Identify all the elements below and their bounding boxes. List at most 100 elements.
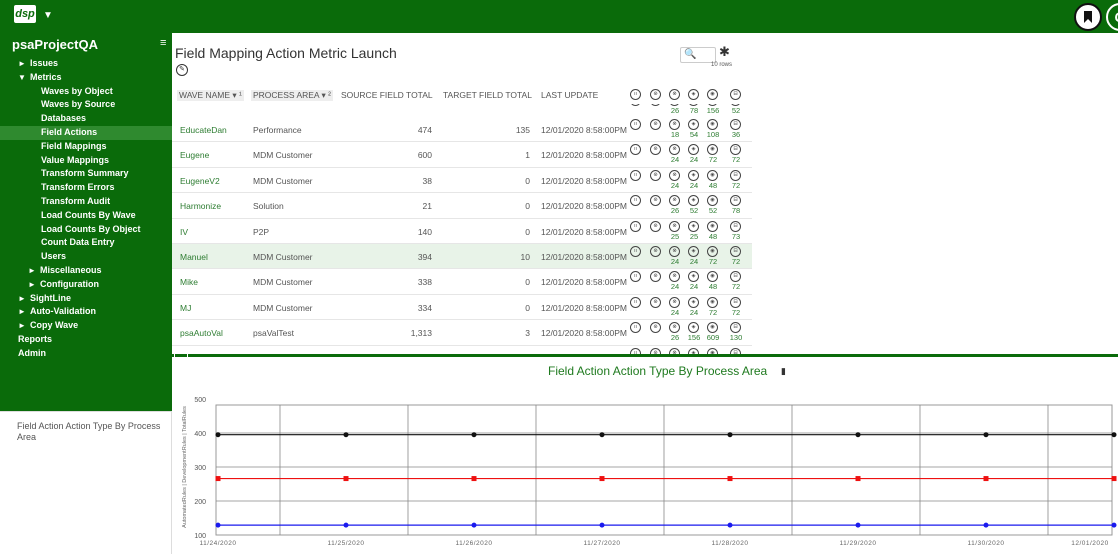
wave-name-cell[interactable]: Harmonize xyxy=(180,201,221,211)
wave-name-cell[interactable]: IV xyxy=(180,227,188,237)
cube-icon[interactable]: ◈ xyxy=(688,195,699,207)
metric-count[interactable]: 78 xyxy=(684,106,704,115)
bar-chart-icon[interactable]: ıı xyxy=(630,246,641,257)
search-input[interactable]: 🔍 xyxy=(680,47,716,63)
metric-count[interactable]: 18 xyxy=(665,130,685,139)
metric-count[interactable]: 24 xyxy=(665,155,685,164)
column-wave-name[interactable]: WAVE NAME ▾ ¹ xyxy=(177,90,244,101)
database-icon[interactable]: ⊟ xyxy=(730,220,741,232)
sidebar-item-transform-errors[interactable]: Transform Errors xyxy=(0,181,172,195)
target-icon[interactable]: ◉ xyxy=(707,246,718,257)
metric-count[interactable]: 609 xyxy=(703,333,723,342)
metric-count[interactable]: 24 xyxy=(665,308,685,317)
wave-name-cell[interactable]: Manuel xyxy=(180,252,208,262)
globe-icon[interactable]: ⊛ xyxy=(650,104,661,106)
sidebar-item-admin[interactable]: Admin xyxy=(0,347,172,361)
globe-icon[interactable]: ⊛ xyxy=(650,144,661,156)
sidebar-item-count-data-entry[interactable]: Count Data Entry xyxy=(0,236,172,250)
target-icon[interactable]: ◉ xyxy=(707,220,718,232)
metric-count[interactable]: 26 xyxy=(665,333,685,342)
gear-cluster-icon[interactable]: ⊗ xyxy=(669,220,680,232)
table-row[interactable]: EducateDan Performance 474 135 12/01/2020 8:… xyxy=(172,117,752,143)
metric-count[interactable]: 24 xyxy=(665,282,685,291)
metric-count[interactable]: 72 xyxy=(703,308,723,317)
gear-cluster-icon[interactable]: ⊗ xyxy=(669,296,680,308)
gear-cluster-icon[interactable]: ⊗ xyxy=(669,246,680,257)
sidebar-chart-label[interactable]: Field Action Action Type By Process Area xyxy=(17,421,167,443)
globe-icon[interactable]: ⊛ xyxy=(650,195,661,207)
cube-icon[interactable]: ◈ xyxy=(688,246,699,257)
database-icon[interactable]: ⊟ xyxy=(730,169,741,181)
database-icon[interactable]: ⊟ xyxy=(730,246,741,257)
table-row[interactable]: Eugene MDM Customer 600 1 12/01/2020 8:58:00… xyxy=(172,142,752,168)
wave-name-cell[interactable]: psaAutoVal xyxy=(180,328,223,338)
menu-icon[interactable]: ≡ xyxy=(160,37,166,49)
table-row[interactable]: IV P2P 140 0 12/01/2020 8:58:00PM ıı ⊛ ⊗ ◈ ◉ ⊟ 25 25… xyxy=(172,219,752,244)
dsp-logo[interactable]: dsp xyxy=(14,5,36,23)
target-icon[interactable]: ◉ xyxy=(707,89,718,100)
bar-chart-icon[interactable]: ıı xyxy=(630,144,641,156)
target-icon[interactable]: ◉ xyxy=(707,169,718,181)
sidebar-item-configuration[interactable]: ► Configuration xyxy=(0,278,172,292)
metric-count[interactable]: 72 xyxy=(703,257,723,266)
metric-count[interactable]: 72 xyxy=(726,308,746,317)
gear-cluster-icon[interactable]: ⊗ xyxy=(669,322,680,334)
metric-count[interactable]: 24 xyxy=(684,282,704,291)
sidebar-item-transform-audit[interactable]: Transform Audit xyxy=(0,195,172,209)
cube-icon[interactable]: ◈ xyxy=(688,220,699,232)
splitter-handle[interactable] xyxy=(174,353,188,358)
bar-chart-icon[interactable]: ıı xyxy=(630,104,641,106)
gear-cluster-icon[interactable]: ⊗ xyxy=(669,271,680,283)
sidebar-item-field-mappings[interactable]: Field Mappings xyxy=(0,140,172,154)
metric-count[interactable]: 52 xyxy=(703,206,723,215)
table-row[interactable]: Manuel MDM Customer 394 10 12/01/2020 8:58:0… xyxy=(172,244,752,270)
expand-right-icon[interactable]: ► xyxy=(18,292,30,306)
metric-count[interactable]: 24 xyxy=(665,257,685,266)
globe-icon[interactable]: ⊛ xyxy=(650,271,661,283)
bar-chart-icon[interactable]: ıı xyxy=(630,220,641,232)
gear-icon[interactable]: ✱ xyxy=(719,44,730,60)
sidebar-item-waves-by-object[interactable]: Waves by Object xyxy=(0,85,172,99)
metric-count[interactable]: 24 xyxy=(684,257,704,266)
table-row[interactable]: Mike MDM Customer 338 0 12/01/2020 8:58:00PM… xyxy=(172,269,752,295)
metric-count[interactable]: 156 xyxy=(703,106,723,115)
expand-down-icon[interactable]: ▼ xyxy=(18,71,30,85)
search-icon[interactable]: 🔍 xyxy=(684,49,696,60)
metric-count[interactable]: 156 xyxy=(684,333,704,342)
sidebar-item-transform-summary[interactable]: Transform Summary xyxy=(0,167,172,181)
bar-chart-icon[interactable]: ıı xyxy=(630,296,641,308)
cube-icon[interactable]: ◈ xyxy=(688,89,699,100)
metric-count[interactable]: 48 xyxy=(703,181,723,190)
gear-cluster-icon[interactable]: ⊗ xyxy=(669,195,680,207)
column-source-field-total[interactable]: SOURCE FIELD TOTAL xyxy=(341,90,433,100)
globe-icon[interactable]: ⊛ xyxy=(650,89,661,100)
metric-count[interactable]: 48 xyxy=(703,232,723,241)
metric-count[interactable]: 25 xyxy=(665,232,685,241)
metric-count[interactable]: 72 xyxy=(726,155,746,164)
metric-count[interactable]: 24 xyxy=(684,181,704,190)
target-icon[interactable]: ◉ xyxy=(707,119,718,130)
bookmark-icon[interactable] xyxy=(1074,3,1102,31)
metric-count[interactable]: 52 xyxy=(726,106,746,115)
metric-count[interactable]: 24 xyxy=(684,155,704,164)
globe-icon[interactable]: ⊛ xyxy=(650,119,661,130)
database-icon[interactable]: ⊟ xyxy=(730,195,741,207)
metric-count[interactable]: 72 xyxy=(703,155,723,164)
expand-right-icon[interactable]: ► xyxy=(28,278,40,292)
wave-name-cell[interactable]: Mike xyxy=(180,277,198,287)
gear-cluster-icon[interactable]: ⊗ xyxy=(669,119,680,130)
sidebar-item-issues[interactable]: ► Issues xyxy=(0,57,172,71)
sidebar-item-sightline[interactable]: ► SightLine xyxy=(0,292,172,306)
wave-name-cell[interactable]: Eugene xyxy=(180,150,209,160)
bar-chart-icon[interactable]: ıı xyxy=(630,169,641,181)
mobile-icon[interactable]: ▮ xyxy=(781,366,786,377)
sidebar-item-reports[interactable]: Reports xyxy=(0,333,172,347)
target-icon[interactable]: ◉ xyxy=(707,296,718,308)
sidebar-item-load-counts-by-wave[interactable]: Load Counts By Wave xyxy=(0,209,172,223)
metric-count[interactable]: 26 xyxy=(665,206,685,215)
database-icon[interactable]: ⊟ xyxy=(730,322,741,334)
database-icon[interactable]: ⊟ xyxy=(730,296,741,308)
metric-count[interactable]: 130 xyxy=(726,333,746,342)
target-icon[interactable]: ◉ xyxy=(707,271,718,283)
sidebar-item-copy-wave[interactable]: ► Copy Wave xyxy=(0,319,172,333)
